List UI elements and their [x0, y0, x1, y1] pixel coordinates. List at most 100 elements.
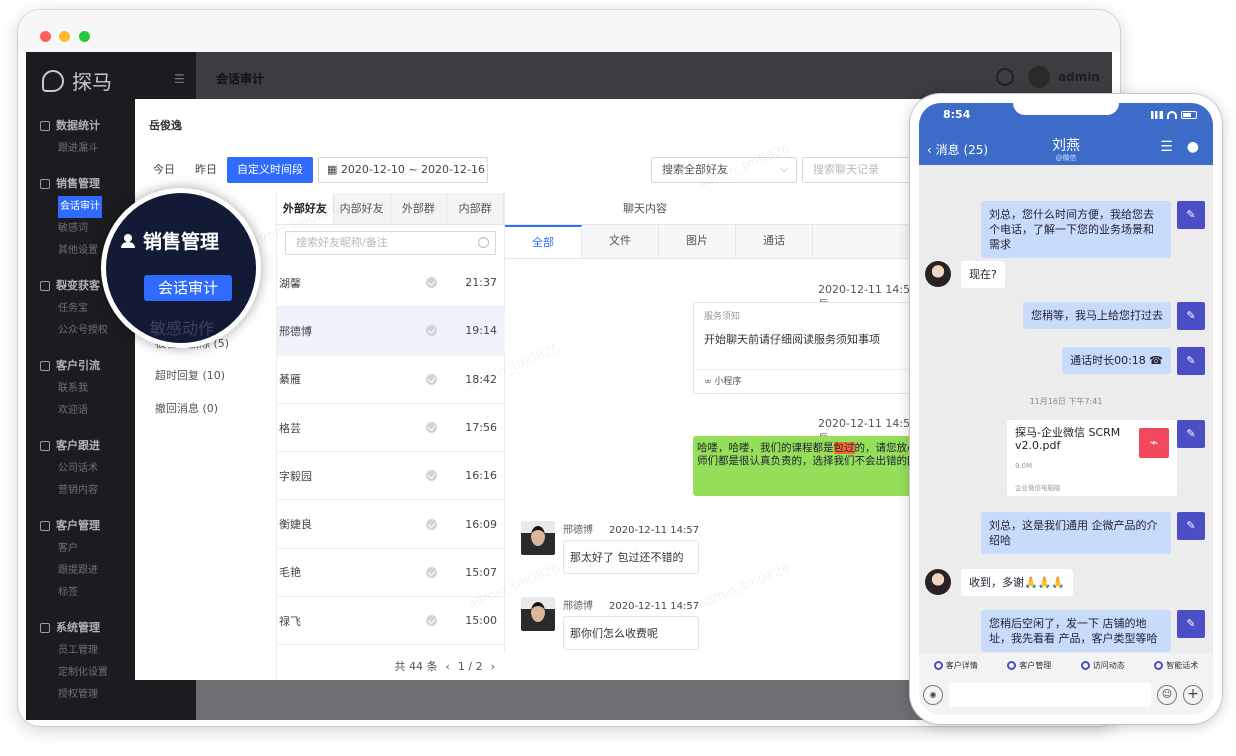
tab-external-friends[interactable]: 外部好友: [277, 193, 334, 224]
yesterday-button[interactable]: 昨日: [185, 157, 227, 183]
emoji-icon[interactable]: ☺: [1157, 685, 1177, 705]
maximize-window-button[interactable]: [79, 31, 90, 42]
today-button[interactable]: 今日: [143, 157, 185, 183]
sidebar-item-label: 公众号授权: [58, 325, 108, 336]
friend-row[interactable]: 湖馨 21:37: [277, 259, 505, 308]
incoming-message: 邢德博 2020-12-11 14:57 那太好了 包过还不错的: [521, 521, 700, 574]
date-range-picker[interactable]: ▦ 2020-12-10 ~ 2020-12-16: [318, 157, 488, 183]
filter-icon[interactable]: ☰: [1160, 139, 1173, 155]
tab-images[interactable]: 图片: [659, 225, 736, 258]
time-filter: 今日 昨日 自定义时间段: [143, 157, 313, 183]
message-sender: 邢德博 2020-12-11 14:57: [563, 521, 699, 536]
minimize-window-button[interactable]: [59, 31, 70, 42]
friend-select[interactable]: 搜索全部好友 ⌵: [651, 157, 797, 183]
pagination: 共 44 条 ‹ 1 / 2 ›: [277, 652, 505, 680]
timeout-reply-filter[interactable]: 超时回复 (10): [155, 367, 225, 383]
menu-toggle-icon[interactable]: ☰: [174, 72, 185, 86]
file-message[interactable]: 探马-企业微信 SCRM v2.0.pdf 9.0M 企业微信电脑版 ⌁: [1007, 420, 1177, 496]
sidebar-group-label: 客户跟进: [56, 439, 100, 452]
tab-internal-groups[interactable]: 内部群: [447, 193, 504, 224]
phone-header: 8:54 ‹ 消息 (25) 刘燕 @微信 ☰ ●: [919, 103, 1213, 165]
friend-tabs: 外部好友 内部好友 外部群 内部群: [277, 193, 504, 225]
user-name[interactable]: admin: [1058, 70, 1100, 84]
chat-content-panel: 聊天内容 全部 文件 图片 通话 2020-12-11 14:56 岳 服务须知…: [505, 193, 925, 680]
chat-tabs: 全部 文件 图片 通话: [505, 225, 925, 259]
friend-last-time: 19:14: [465, 324, 497, 338]
friend-name: 毛艳: [279, 566, 301, 580]
my-avatar: ✎: [1177, 420, 1205, 448]
friend-row[interactable]: 格芸 17:56: [277, 404, 505, 453]
close-window-button[interactable]: [40, 31, 51, 42]
help-icon[interactable]: [996, 68, 1014, 86]
message-input[interactable]: [949, 683, 1151, 707]
menu-callout: 销售管理 会话审计 敏感动作: [101, 188, 261, 348]
friend-last-time: 18:42: [465, 372, 497, 386]
tab-calls[interactable]: 通话: [736, 225, 813, 258]
wifi-icon: [1167, 111, 1177, 119]
quick-action-button[interactable]: 智能话术: [1154, 660, 1198, 671]
contact-avatar: [521, 597, 555, 631]
friend-row[interactable]: 毛艳 15:07: [277, 549, 505, 598]
total-count: 共 44 条: [394, 660, 438, 673]
sidebar-item-label: 授权管理: [58, 689, 98, 700]
quick-action-button[interactable]: 访问动态: [1080, 660, 1125, 671]
outgoing-message: 哈喽，哈喽，我们的课程都是包过的，请您放心老师们都是很认真负责的，选择我们不会出…: [693, 436, 925, 496]
friend-row[interactable]: 字毅园 16:16: [277, 452, 505, 501]
mini-program-card[interactable]: 服务须知 开始聊天前请仔细阅读服务须知事项 ∞ 小程序: [693, 302, 925, 394]
sidebar-item[interactable]: 授权管理: [26, 684, 196, 706]
header-actions: ☰ ●: [1160, 139, 1199, 155]
callout-title-text: 销售管理: [143, 231, 220, 253]
friend-row[interactable]: 綦雁 18:42: [277, 356, 505, 404]
friend-row[interactable]: 邢德博 19:14: [277, 307, 505, 356]
page-indicator: 1 / 2: [457, 659, 483, 673]
profile-icon[interactable]: ●: [1187, 139, 1199, 155]
quick-action-button[interactable]: 客户详情: [933, 660, 978, 671]
message-bubble: 那太好了 包过还不错的: [563, 540, 700, 574]
friend-search-placeholder: 搜索好友昵称/备注: [296, 236, 388, 249]
avatar[interactable]: [1028, 66, 1050, 88]
friend-name: 禄飞: [279, 614, 301, 628]
session-audit-button[interactable]: 会话审计: [144, 275, 232, 301]
friend-row[interactable]: 禄飞 15:00: [277, 597, 505, 646]
voice-icon[interactable]: ◉: [923, 685, 943, 705]
browser-titlebar: [18, 10, 1120, 52]
tab-files[interactable]: 文件: [582, 225, 659, 258]
quick-actions-bar: 客户详情 客户管理 访问动态 智能话术: [919, 653, 1213, 677]
quick-action-button[interactable]: 客户管理: [1007, 660, 1051, 671]
check-icon: [426, 422, 437, 434]
friend-last-time: 16:16: [465, 469, 497, 483]
friend-row[interactable]: 衡婕良 16:09: [277, 500, 505, 549]
menu-group-icon: [40, 121, 50, 131]
recall-message-filter[interactable]: 撤回消息 (0): [155, 400, 218, 416]
plus-icon[interactable]: +: [1183, 685, 1203, 705]
custom-range-button[interactable]: 自定义时间段: [227, 157, 313, 183]
sidebar-item-label: 定制化设置: [58, 667, 108, 678]
friend-search-input[interactable]: 搜索好友昵称/备注: [285, 231, 496, 255]
file-size: 9.0M: [1015, 462, 1033, 470]
menu-group-icon: [40, 441, 50, 451]
my-avatar: ✎: [1177, 610, 1205, 638]
my-avatar: ✎: [1177, 302, 1205, 330]
quick-action-label: 访问动态: [1092, 660, 1125, 670]
tab-all[interactable]: 全部: [505, 225, 582, 258]
tab-external-groups[interactable]: 外部群: [390, 193, 448, 224]
quick-action-icon: [933, 660, 943, 670]
incoming-message: 邢德博 2020-12-11 14:57 那你们怎么收费呢: [521, 597, 700, 650]
sidebar-item-label: 跟进漏斗: [58, 143, 98, 154]
check-icon: [426, 615, 437, 627]
next-page-icon[interactable]: ›: [491, 660, 495, 673]
outgoing-message: 刘总，这是我们通用 企微产品的介绍哈: [981, 512, 1171, 554]
callout-title: 销售管理: [121, 227, 219, 254]
card-footer: ∞ 小程序: [694, 369, 925, 393]
chat-search-input[interactable]: 搜索聊天记录: [802, 157, 925, 183]
quick-action-icon: [1080, 660, 1090, 670]
friend-name: 湖馨: [279, 276, 301, 290]
check-icon: [426, 325, 437, 337]
input-bar: ◉ ☺ +: [919, 677, 1213, 715]
my-avatar: ✎: [1177, 512, 1205, 540]
sidebar-group-label: 数据统计: [56, 119, 100, 132]
phone-icon: ☎: [1149, 354, 1163, 367]
tab-internal-friends[interactable]: 内部好友: [333, 193, 391, 224]
logo: 探马: [42, 66, 112, 95]
prev-page-icon[interactable]: ‹: [445, 660, 449, 673]
